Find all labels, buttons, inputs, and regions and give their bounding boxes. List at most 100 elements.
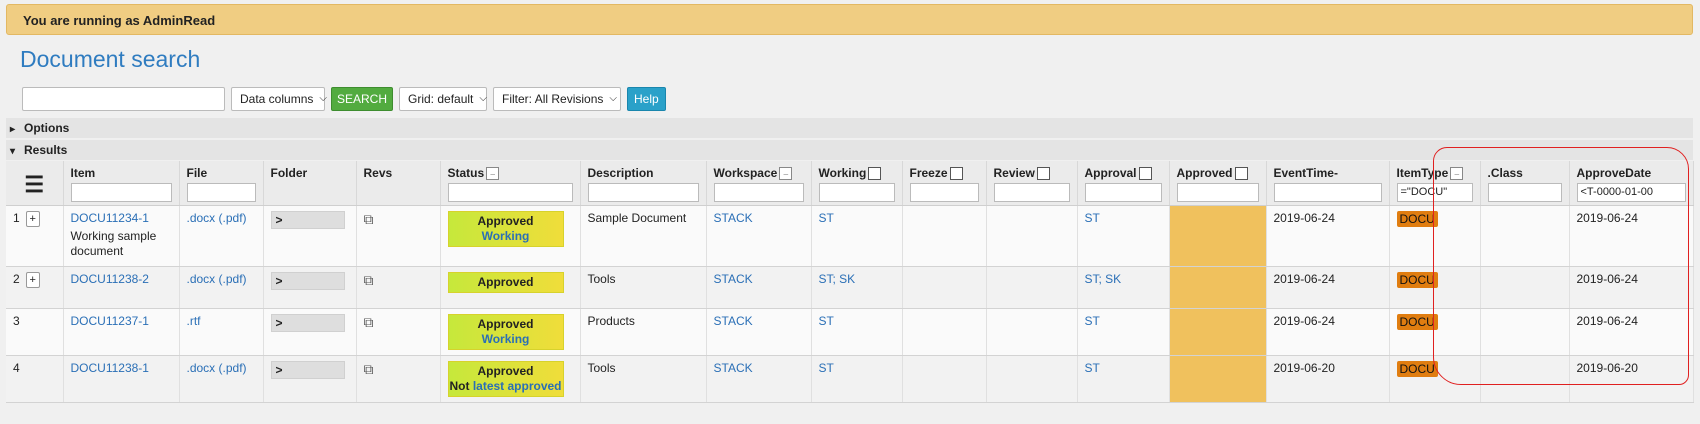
search-button[interactable]: SEARCH <box>331 86 394 111</box>
folder-expand-button[interactable]: > <box>270 210 345 229</box>
expand-row-button[interactable]: + <box>25 210 40 227</box>
hamburger-menu-icon[interactable]: ☰ <box>13 166 56 196</box>
status-sub-link[interactable]: latest approved <box>473 379 562 393</box>
working-link[interactable]: ST <box>819 361 834 375</box>
review-checkbox[interactable] <box>1036 167 1050 181</box>
folder-expand-button[interactable]: > <box>270 271 345 290</box>
col-status[interactable]: Status _ <box>440 161 581 206</box>
freeze-filter[interactable] <box>909 183 979 203</box>
item-link[interactable]: DOCU11238-2 <box>71 272 149 286</box>
table-row: 2 + DOCU11238-2 .docx (.pdf) > ⧉ Approved… <box>6 266 1694 309</box>
col-file[interactable]: File <box>179 161 264 206</box>
options-section-toggle[interactable]: ▸ Options <box>6 118 1693 138</box>
col-status-label: Status <box>447 166 485 180</box>
eventtime-cell: 2019-06-20 <box>1266 355 1390 403</box>
col-approvedate[interactable]: ApproveDate <T-0000-01-00 <box>1569 161 1694 206</box>
status-filter[interactable] <box>447 183 573 203</box>
working-filter[interactable] <box>818 183 895 203</box>
item-link[interactable]: DOCU11238-1 <box>71 361 149 375</box>
approvedate-filter[interactable]: <T-0000-01-00 <box>1576 183 1686 202</box>
status-badge: Approved Working <box>447 313 564 350</box>
col-folder[interactable]: Folder <box>263 161 357 206</box>
approval-checkbox[interactable] <box>1138 167 1152 181</box>
data-columns-dropdown[interactable]: Data columns ⌵ <box>231 86 327 111</box>
file-link[interactable]: .docx (.pdf) <box>187 272 247 286</box>
file-link[interactable]: .rtf <box>187 314 201 328</box>
workspace-filter[interactable] <box>713 183 804 203</box>
workspace-link[interactable]: STACK <box>714 314 753 328</box>
class-cell <box>1480 266 1570 309</box>
col-workspace[interactable]: Workspace _ <box>706 161 812 206</box>
approval-filter[interactable] <box>1084 183 1162 203</box>
column-menu[interactable]: ☰ <box>6 161 64 206</box>
expand-row-button[interactable]: + <box>25 271 40 288</box>
col-item[interactable]: Item <box>63 161 180 206</box>
results-label: Results <box>24 143 68 157</box>
grid-dropdown[interactable]: Grid: default ⌵ <box>399 86 488 111</box>
file-filter[interactable] <box>186 183 256 202</box>
working-checkbox[interactable] <box>868 167 882 181</box>
user-banner: You are running as AdminRead <box>6 4 1693 35</box>
approvedate-cell: 2019-06-24 <box>1569 266 1694 309</box>
approval-link[interactable]: ST <box>1085 314 1100 328</box>
item-filter[interactable] <box>70 183 172 202</box>
item-link[interactable]: DOCU11237-1 <box>71 314 149 328</box>
help-button[interactable]: Help <box>627 86 666 111</box>
col-eventtime[interactable]: EventTime- <box>1266 161 1390 206</box>
workspace-link[interactable]: STACK <box>714 211 753 225</box>
working-link[interactable]: ST <box>819 314 834 328</box>
review-filter[interactable] <box>993 183 1070 203</box>
revisions-icon[interactable]: ⧉ <box>364 314 374 330</box>
col-revs-label: Revs <box>363 166 393 180</box>
table-row: 4 DOCU11238-1 .docx (.pdf) > ⧉ Approved N… <box>6 355 1694 403</box>
status-sub-link[interactable]: Working <box>449 332 563 347</box>
workspace-link[interactable]: STACK <box>714 361 753 375</box>
review-cell <box>986 308 1078 356</box>
working-link[interactable]: ST; SK <box>819 272 856 286</box>
approved-checkbox[interactable] <box>1234 167 1248 181</box>
description-cell: Tools <box>580 355 707 403</box>
itemtype-options-button[interactable]: _ <box>1450 167 1464 181</box>
results-section-toggle[interactable]: ▾ Results <box>6 140 1693 160</box>
col-approved-label: Approved <box>1176 166 1233 180</box>
workspace-options-button[interactable]: _ <box>779 167 793 181</box>
class-filter[interactable] <box>1487 183 1562 202</box>
col-working[interactable]: Working <box>811 161 903 206</box>
col-revs[interactable]: Revs <box>356 161 441 206</box>
approval-link[interactable]: ST <box>1085 211 1100 225</box>
search-input[interactable] <box>22 86 225 111</box>
description-filter[interactable] <box>587 183 699 202</box>
grid-label: Grid: default <box>408 91 474 106</box>
col-class[interactable]: .Class <box>1480 161 1570 206</box>
working-link[interactable]: ST <box>819 211 834 225</box>
eventtime-cell: 2019-06-24 <box>1266 266 1390 309</box>
approval-link[interactable]: ST <box>1085 361 1100 375</box>
folder-expand-button[interactable]: > <box>270 360 345 379</box>
status-sub-link[interactable]: Working <box>449 229 563 244</box>
col-freeze[interactable]: Freeze <box>902 161 987 206</box>
approved-cell <box>1169 266 1267 309</box>
filter-dropdown[interactable]: Filter: All Revisions ⌵ <box>493 86 622 111</box>
approval-link[interactable]: ST; SK <box>1085 272 1122 286</box>
status-text: Approved <box>477 274 534 289</box>
approved-filter[interactable] <box>1176 183 1259 203</box>
col-approved[interactable]: Approved <box>1169 161 1267 206</box>
col-class-label: .Class <box>1487 166 1523 180</box>
folder-expand-button[interactable]: > <box>270 313 345 332</box>
freeze-checkbox[interactable] <box>949 167 963 181</box>
item-link[interactable]: DOCU11234-1 <box>71 211 149 225</box>
revisions-icon[interactable]: ⧉ <box>364 272 374 288</box>
col-itemtype[interactable]: ItemType _ ="DOCU" <box>1389 161 1481 206</box>
col-review[interactable]: Review <box>986 161 1078 206</box>
file-link[interactable]: .docx (.pdf) <box>187 211 247 225</box>
freeze-cell <box>902 266 987 309</box>
col-description[interactable]: Description <box>580 161 707 206</box>
eventtime-filter[interactable] <box>1273 183 1382 202</box>
workspace-link[interactable]: STACK <box>714 272 753 286</box>
revisions-icon[interactable]: ⧉ <box>364 361 374 377</box>
col-approval[interactable]: Approval <box>1077 161 1170 206</box>
file-link[interactable]: .docx (.pdf) <box>187 361 247 375</box>
status-options-button[interactable]: _ <box>486 167 500 181</box>
revisions-icon[interactable]: ⧉ <box>364 211 374 227</box>
itemtype-filter[interactable]: ="DOCU" <box>1396 183 1473 203</box>
